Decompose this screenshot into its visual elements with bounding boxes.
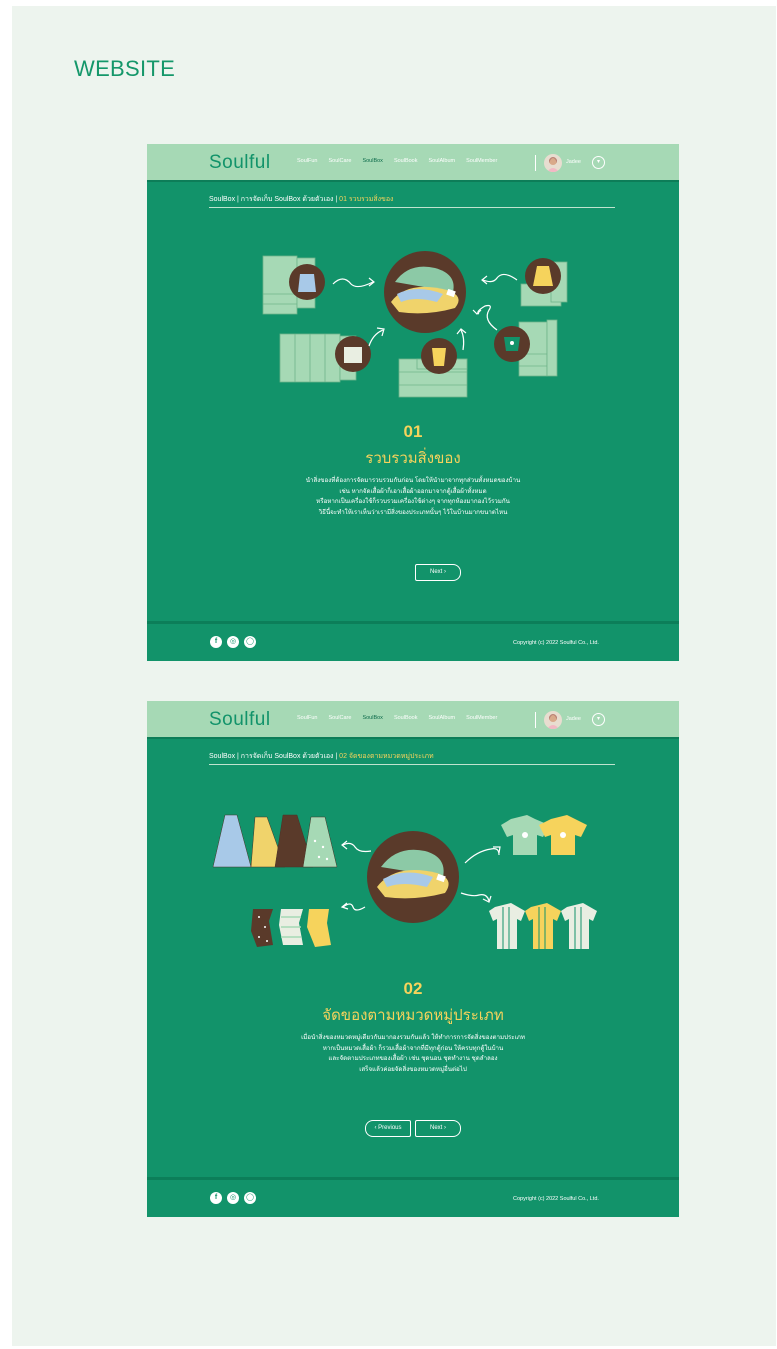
copyright-text: Copyright (c) 2022 Soulful Co., Ltd. <box>513 640 599 646</box>
board-title: WEBSITE <box>74 56 176 81</box>
presentation-board: WEBSITE Soulful SoulFun SoulCare SoulBox… <box>12 6 776 1346</box>
facebook-icon[interactable]: f <box>210 1192 222 1204</box>
instagram-icon[interactable]: ◎ <box>227 636 239 648</box>
line-icon[interactable]: ◯ <box>244 1192 256 1204</box>
next-button[interactable]: Next › <box>415 1120 461 1137</box>
copyright-text: Copyright (c) 2022 Soulful Co., Ltd. <box>513 1196 599 1202</box>
instagram-icon[interactable]: ◎ <box>227 1192 239 1204</box>
next-button[interactable]: Next › <box>415 564 461 581</box>
step-title: จัดของตามหมวดหมู่ประเภท <box>322 1007 504 1024</box>
step-description: นำสิ่งของที่ต้องการจัดมารวบรวมกันก่อน โด… <box>305 477 521 516</box>
social-links: f ◎ ◯ <box>210 1192 256 1204</box>
step-number: 01 <box>403 422 423 441</box>
step-description: เมื่อนำสิ่งของหมวดหมู่เดียวกันมากองรวมกั… <box>301 1034 525 1073</box>
website-mockup-step-1: Soulful SoulFun SoulCare SoulBox SoulBoo… <box>147 144 679 661</box>
step-number: 02 <box>403 979 423 998</box>
sort-items-illustration <box>212 814 597 949</box>
line-icon[interactable]: ◯ <box>244 636 256 648</box>
social-links: f ◎ ◯ <box>210 636 256 648</box>
step-title: รวบรวมสิ่งของ <box>365 450 461 467</box>
footer: f ◎ ◯ Copyright (c) 2022 Soulful Co., Lt… <box>147 621 679 661</box>
website-mockup-step-2: Soulful SoulFun SoulCare SoulBox SoulBoo… <box>147 701 679 1217</box>
facebook-icon[interactable]: f <box>210 636 222 648</box>
footer: f ◎ ◯ Copyright (c) 2022 Soulful Co., Lt… <box>147 1177 679 1217</box>
previous-button[interactable]: ‹ Previous <box>365 1120 411 1137</box>
gather-items-illustration <box>262 251 568 398</box>
